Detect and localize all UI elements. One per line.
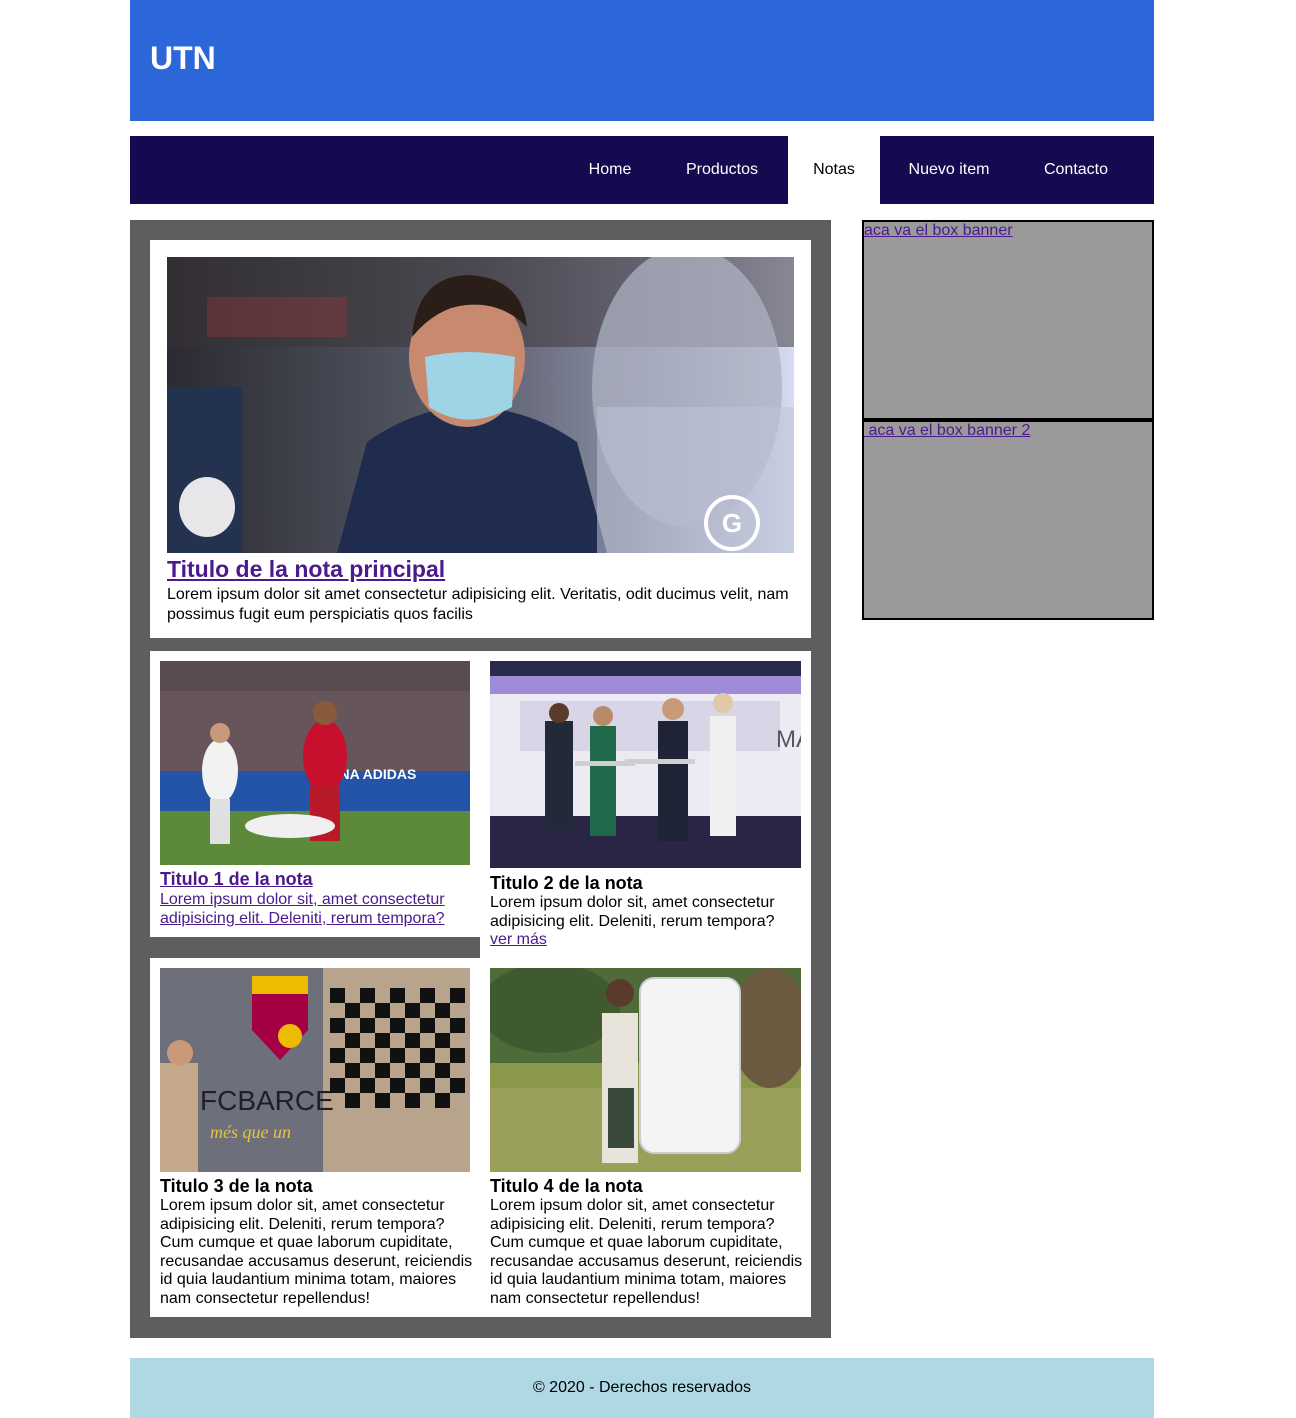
article-card-3: FCBARCE més que un Titulo 3 de la nota L… — [150, 958, 480, 1317]
article-1-text[interactable]: Lorem ipsum dolor sit, amet consectetur … — [160, 891, 475, 928]
article-3-text: Lorem ipsum dolor sit, amet consectetur … — [160, 1197, 473, 1307]
nav-item-home[interactable]: Home — [570, 136, 650, 204]
article-2-read-more-link[interactable]: ver más — [490, 931, 547, 949]
wall-text: FCBARCE — [200, 1085, 334, 1116]
site-header: UTN — [130, 0, 1154, 121]
nav-item-productos[interactable]: Productos — [658, 136, 786, 204]
site-footer: © 2020 - Derechos reservados — [130, 1358, 1154, 1418]
wall-motto: més que un — [210, 1122, 291, 1142]
nav-item-contacto[interactable]: Contacto — [1026, 136, 1126, 204]
main-content: G Titulo de la nota principal Lorem ipsu… — [130, 220, 831, 1338]
article-2-image: MA — [490, 661, 801, 868]
main-article-text: Lorem ipsum dolor sit amet consectetur a… — [167, 586, 789, 623]
main-article-title[interactable]: Titulo de la nota principal — [167, 556, 445, 583]
banner-box-1: aca va el box banner — [862, 220, 1154, 420]
article-1-title[interactable]: Titulo 1 de la nota — [160, 869, 313, 890]
nav-item-nuevo-item[interactable]: Nuevo item — [894, 136, 1004, 204]
footer-copyright: © 2020 - Derechos reservados — [532, 1379, 752, 1396]
article-3-image: FCBARCE més que un — [160, 968, 470, 1172]
article-card-1: ARENA ADIDAS Titulo 1 de la nota Lorem i… — [150, 651, 480, 937]
main-article-card: G Titulo de la nota principal Lorem ipsu… — [150, 240, 811, 638]
main-nav: Home Productos Notas Nuevo item Contacto — [130, 136, 1154, 204]
article-4-image — [490, 968, 801, 1172]
article-2-title: Titulo 2 de la nota — [490, 873, 643, 893]
banner-box-2: aca va el box banner 2 — [862, 420, 1154, 620]
article-1-image: ARENA ADIDAS — [160, 661, 470, 865]
banner-1-link[interactable]: aca va el box banner — [864, 222, 1013, 240]
article-4-text: Lorem ipsum dolor sit, amet consectetur … — [490, 1197, 803, 1307]
photo-badge-logo: G — [722, 508, 742, 538]
banner-2-link[interactable]: aca va el box banner 2 — [864, 422, 1030, 440]
main-article-image: G — [167, 257, 794, 553]
article-card-4: Titulo 4 de la nota Lorem ipsum dolor si… — [480, 958, 811, 1317]
article-3-title: Titulo 3 de la nota — [160, 1176, 313, 1196]
nav-item-notas[interactable]: Notas — [788, 136, 880, 204]
article-4-title: Titulo 4 de la nota — [490, 1176, 643, 1196]
article-2-text: Lorem ipsum dolor sit, amet consectetur … — [490, 894, 775, 930]
article-card-2: MA Titulo 2 de la nota Lorem ipsum dolor… — [480, 651, 811, 958]
bus-text: MA — [776, 726, 801, 753]
brand-logo[interactable]: UTN — [150, 40, 216, 77]
